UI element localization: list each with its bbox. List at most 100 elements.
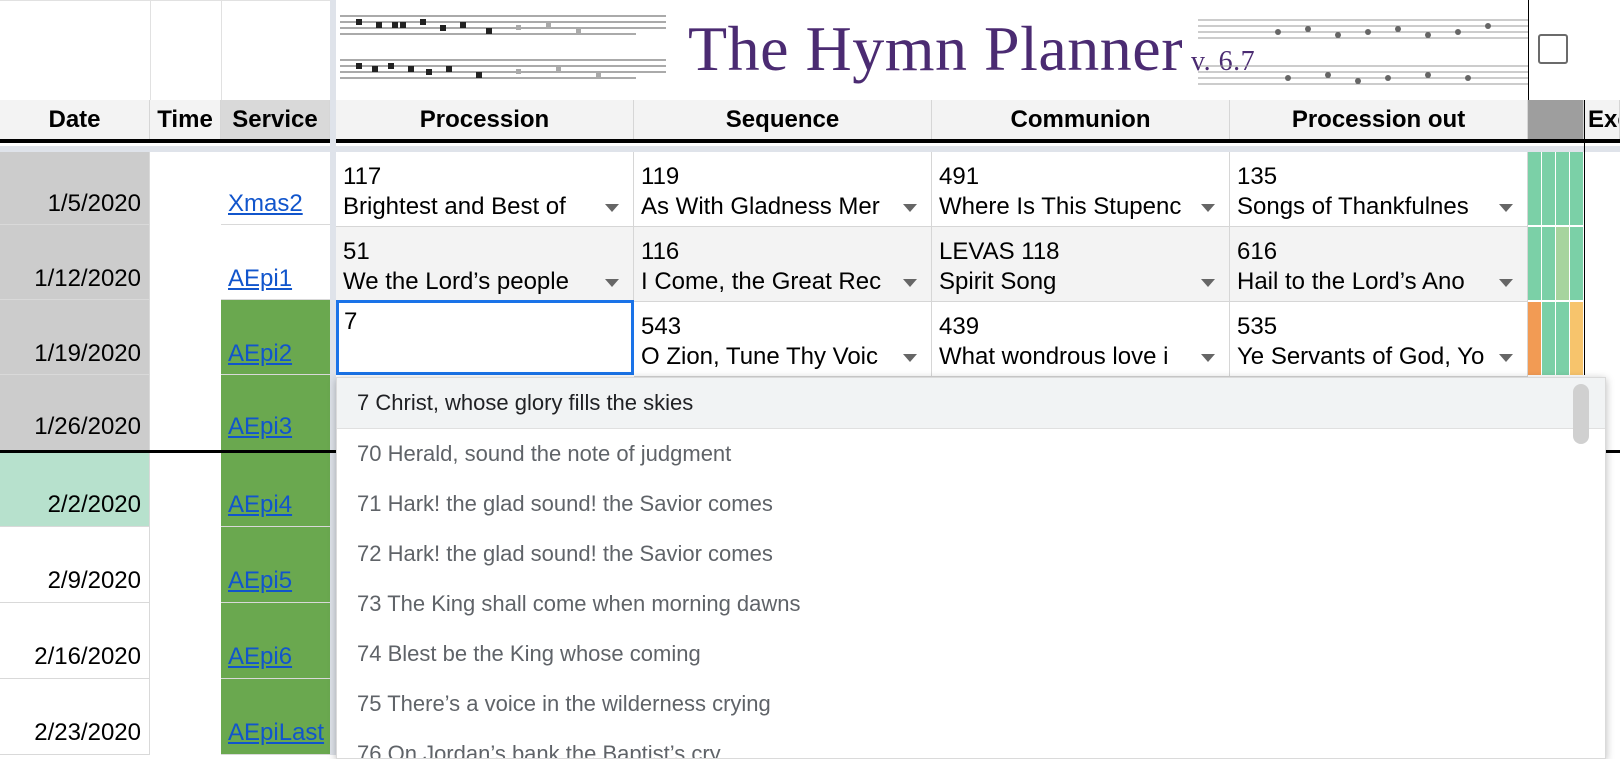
date-cell[interactable]: 2/9/2020 <box>0 527 150 603</box>
column-header-procession-out[interactable]: Procession out <box>1230 100 1528 140</box>
option-number: 71 <box>357 491 382 516</box>
dropdown-arrow-icon[interactable] <box>1201 204 1215 212</box>
column-header-extra[interactable]: Exc <box>1584 100 1620 140</box>
hymn-cell-procession-out[interactable]: 535 Ye Servants of God, Yo <box>1230 302 1528 377</box>
service-cell[interactable]: AEpi4 <box>221 451 330 527</box>
dropdown-arrow-icon[interactable] <box>1499 204 1513 212</box>
dropdown-arrow-icon[interactable] <box>903 354 917 362</box>
date-cell[interactable]: 1/12/2020 <box>0 225 150 300</box>
service-link[interactable]: AEpiLast <box>228 719 324 746</box>
option-title: Hark! the glad sound! the Savior comes <box>387 541 773 566</box>
column-header-date[interactable]: Date <box>0 100 150 140</box>
column-header-service-text: Service <box>232 106 318 133</box>
header-checkbox[interactable] <box>1538 34 1568 64</box>
service-link[interactable]: AEpi1 <box>228 265 292 292</box>
hymn-number: 543 <box>641 313 682 340</box>
dropdown-arrow-icon[interactable] <box>605 204 619 212</box>
procession-edit-input[interactable]: 7 <box>336 300 634 375</box>
column-header-sequence-text: Sequence <box>725 106 840 133</box>
option-title: The King shall come when morning dawns <box>387 591 801 616</box>
dropdown-arrow-icon[interactable] <box>1201 354 1215 362</box>
column-header-service[interactable]: Service <box>221 100 330 140</box>
date-cell[interactable]: 2/2/2020 <box>0 451 150 527</box>
column-header-sequence[interactable]: Sequence <box>634 100 932 140</box>
dropdown-arrow-icon[interactable] <box>903 204 917 212</box>
option-title: There’s a voice in the wilderness crying <box>387 691 771 716</box>
date-cell[interactable]: 2/16/2020 <box>0 603 150 679</box>
hymn-cell-sequence[interactable]: 116 I Come, the Great Rec <box>634 227 932 302</box>
status-strip <box>1570 152 1583 225</box>
date-cell[interactable]: 1/19/2020 <box>0 300 150 375</box>
hymn-cell-communion[interactable]: LEVAS 118 Spirit Song <box>932 227 1230 302</box>
hymn-cell-communion[interactable]: 491 Where Is This Stupenc <box>932 152 1230 227</box>
service-link[interactable]: Xmas2 <box>228 190 303 217</box>
status-strip <box>1556 302 1569 375</box>
status-strip <box>1542 302 1555 375</box>
option-title: Blest be the King whose coming <box>387 641 701 666</box>
dropdown-arrow-icon[interactable] <box>1499 354 1513 362</box>
option-number: 76 <box>357 741 382 759</box>
service-link[interactable]: AEpi6 <box>228 643 292 670</box>
hymn-title: Brightest and Best of <box>343 193 566 220</box>
column-header-communion-text: Communion <box>1010 106 1151 133</box>
status-strip <box>1570 227 1583 300</box>
date-cell[interactable]: 2/23/2020 <box>0 679 150 755</box>
hymn-number: 117 <box>343 163 382 190</box>
autocomplete-option[interactable]: 74 Blest be the King whose coming <box>337 629 1605 679</box>
service-link[interactable]: AEpi3 <box>228 413 292 440</box>
autocomplete-option[interactable]: 71 Hark! the glad sound! the Savior come… <box>337 479 1605 529</box>
column-header-status[interactable] <box>1528 100 1584 140</box>
hymn-number: 51 <box>343 238 370 265</box>
date-cell-text: 1/26/2020 <box>34 413 141 440</box>
dropdown-scrollbar[interactable] <box>1573 384 1589 444</box>
option-number: 7 <box>357 390 370 415</box>
dropdown-arrow-icon[interactable] <box>1201 279 1215 287</box>
date-cell-text: 2/9/2020 <box>47 567 141 594</box>
autocomplete-option[interactable]: 7 Christ, whose glory fills the skies <box>337 378 1605 429</box>
service-cell[interactable]: AEpiLast <box>221 679 330 755</box>
dropdown-arrow-icon[interactable] <box>605 279 619 287</box>
autocomplete-dropdown[interactable]: 7 Christ, whose glory fills the skies 70… <box>336 377 1606 759</box>
status-strip <box>1528 227 1541 300</box>
dropdown-arrow-icon[interactable] <box>1499 279 1513 287</box>
service-cell[interactable]: AEpi1 <box>221 225 330 300</box>
status-strip <box>1556 227 1569 300</box>
hymn-number: 491 <box>939 163 980 190</box>
hymn-cell-procession-out[interactable]: 135 Songs of Thankfulnes <box>1230 152 1528 227</box>
hymn-number: 135 <box>1237 163 1278 190</box>
date-cell-text: 2/16/2020 <box>34 643 141 670</box>
hymn-title: O Zion, Tune Thy Voic <box>641 343 879 370</box>
autocomplete-option[interactable]: 72 Hark! the glad sound! the Savior come… <box>337 529 1605 579</box>
option-title: Herald, sound the note of judgment <box>387 441 732 466</box>
autocomplete-option[interactable]: 75 There’s a voice in the wilderness cry… <box>337 679 1605 729</box>
service-link[interactable]: AEpi4 <box>228 491 292 518</box>
option-title: Hark! the glad sound! the Savior comes <box>387 491 773 516</box>
column-header-communion[interactable]: Communion <box>932 100 1230 140</box>
date-cell-text: 1/19/2020 <box>34 340 141 367</box>
service-link[interactable]: AEpi2 <box>228 340 292 367</box>
service-cell[interactable]: AEpi3 <box>221 375 330 451</box>
autocomplete-option[interactable]: 73 The King shall come when morning dawn… <box>337 579 1605 629</box>
service-link[interactable]: AEpi5 <box>228 567 292 594</box>
hymn-cell-communion[interactable]: 439 What wondrous love i <box>932 302 1230 377</box>
column-header-time[interactable]: Time <box>150 100 221 140</box>
service-cell[interactable]: AEpi5 <box>221 527 330 603</box>
column-header-extra-text: Exc <box>1588 106 1619 133</box>
hymn-cell-procession-out[interactable]: 616 Hail to the Lord’s Ano <box>1230 227 1528 302</box>
dropdown-arrow-icon[interactable] <box>903 279 917 287</box>
autocomplete-option[interactable]: 70 Herald, sound the note of judgment <box>337 429 1605 479</box>
hymn-title: As With Gladness Mer <box>641 193 880 220</box>
hymn-cell-sequence[interactable]: 119 As With Gladness Mer <box>634 152 932 227</box>
hymn-cell-procession[interactable]: 117 Brightest and Best of <box>336 152 634 227</box>
column-header-procession[interactable]: Procession <box>336 100 634 140</box>
hymn-cell-procession[interactable]: 51 We the Lord’s people <box>336 227 634 302</box>
hymn-cell-sequence[interactable]: 543 O Zion, Tune Thy Voic <box>634 302 932 377</box>
service-cell[interactable]: Xmas2 <box>221 152 330 225</box>
date-cell[interactable]: 1/26/2020 <box>0 375 150 451</box>
service-cell[interactable]: AEpi2 <box>221 300 330 375</box>
status-strip <box>1542 152 1555 225</box>
date-cell-text: 1/12/2020 <box>34 265 141 292</box>
hymn-number: 116 <box>641 238 680 265</box>
date-cell[interactable]: 1/5/2020 <box>0 152 150 225</box>
service-cell[interactable]: AEpi6 <box>221 603 330 679</box>
